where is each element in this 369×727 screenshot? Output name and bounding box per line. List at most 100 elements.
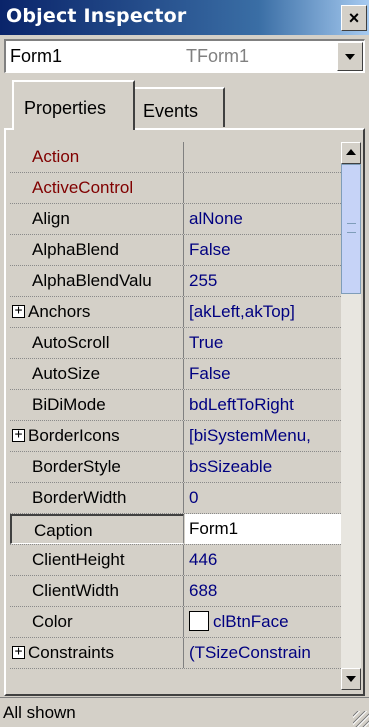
property-name-text: AutoSize: [32, 364, 101, 383]
property-value[interactable]: clBtnFace: [185, 607, 341, 637]
property-name: AutoSize: [10, 359, 184, 389]
chevron-down-icon[interactable]: [337, 42, 363, 71]
property-name-text: Caption: [34, 521, 93, 540]
property-row[interactable]: BorderWidth 0: [10, 483, 341, 514]
property-name-text: Align: [32, 209, 70, 228]
property-value[interactable]: 255: [185, 266, 341, 296]
property-row[interactable]: BiDiMode bdLeftToRight: [10, 390, 341, 421]
property-row[interactable]: ClientWidth 688: [10, 576, 341, 607]
property-value-text: Form1: [189, 519, 239, 538]
property-name: + BorderIcons: [10, 421, 184, 451]
property-value[interactable]: [biSystemMenu,: [185, 421, 341, 451]
object-selector[interactable]: Form1 TForm1: [4, 39, 365, 73]
property-name-text: BorderWidth: [32, 488, 127, 507]
property-row[interactable]: AlphaBlendValu 255: [10, 266, 341, 297]
property-value[interactable]: alNone: [185, 204, 341, 234]
property-value-text: alNone: [189, 209, 243, 228]
expand-icon[interactable]: +: [12, 304, 25, 318]
property-name: ClientHeight: [10, 545, 184, 575]
property-name: AlphaBlendValu: [10, 266, 184, 296]
property-name: + Anchors: [10, 297, 184, 327]
property-name-text: Action: [32, 147, 80, 166]
property-value-text: clBtnFace: [213, 612, 289, 631]
property-row[interactable]: AutoScroll True: [10, 328, 341, 359]
expand-icon[interactable]: +: [12, 645, 25, 659]
close-icon[interactable]: ×: [341, 5, 367, 31]
window-title: Object Inspector: [6, 5, 187, 27]
property-value[interactable]: Form1: [185, 514, 341, 544]
property-value[interactable]: [akLeft,akTop]: [185, 297, 341, 327]
property-name: Align: [10, 204, 184, 234]
resize-grip-icon[interactable]: [353, 711, 369, 727]
property-name: BorderWidth: [10, 483, 184, 513]
property-name-text: BorderStyle: [32, 457, 121, 476]
property-name: Color: [10, 607, 184, 637]
property-row[interactable]: Align alNone: [10, 204, 341, 235]
property-value-text: [akLeft,akTop]: [189, 302, 295, 321]
scroll-up-icon[interactable]: [341, 142, 361, 164]
property-row[interactable]: AlphaBlend False: [10, 235, 341, 266]
property-row[interactable]: Caption Form1: [10, 514, 341, 545]
property-value[interactable]: False: [185, 359, 341, 389]
vertical-scrollbar[interactable]: [341, 142, 361, 690]
property-name-text: BiDiMode: [32, 395, 106, 414]
property-name-text: Anchors: [28, 302, 91, 321]
property-value[interactable]: [185, 142, 341, 172]
property-value-text: (TSizeConstrain: [189, 643, 311, 662]
property-value-text: 688: [189, 581, 218, 600]
scroll-thumb[interactable]: [341, 164, 361, 294]
tab-properties[interactable]: Properties: [12, 80, 135, 130]
property-value[interactable]: 446: [185, 545, 341, 575]
color-swatch-icon: [189, 611, 209, 632]
expand-icon[interactable]: +: [12, 428, 25, 442]
scroll-down-icon[interactable]: [341, 668, 361, 690]
property-row[interactable]: Color clBtnFace: [10, 607, 341, 638]
property-row[interactable]: + Anchors [akLeft,akTop]: [10, 297, 341, 328]
property-value-text: True: [189, 333, 224, 352]
property-value[interactable]: 0: [185, 483, 341, 513]
property-name: AlphaBlend: [10, 235, 184, 265]
property-value[interactable]: True: [185, 328, 341, 358]
status-text: All shown: [3, 703, 76, 722]
title-bar[interactable]: Object Inspector ×: [0, 0, 369, 35]
property-row[interactable]: ActiveControl: [10, 173, 341, 204]
property-name-text: AlphaBlendValu: [32, 271, 152, 290]
property-value[interactable]: [185, 173, 341, 203]
property-name-text: ActiveControl: [32, 178, 134, 197]
property-value[interactable]: 688: [185, 576, 341, 606]
property-name-text: AlphaBlend: [32, 240, 119, 259]
property-grid: Action ActiveControl Align alNone AlphaBlend…: [10, 142, 341, 690]
tab-events[interactable]: Events: [135, 87, 225, 127]
property-name: Action: [10, 142, 184, 172]
property-value[interactable]: bsSizeable: [185, 452, 341, 482]
object-type: TForm1: [186, 46, 249, 66]
property-name-text: Color: [32, 612, 73, 631]
property-name: AutoScroll: [10, 328, 184, 358]
property-row[interactable]: Action: [10, 142, 341, 173]
property-row[interactable]: + BorderIcons [biSystemMenu,: [10, 421, 341, 452]
property-name: ActiveControl: [10, 173, 184, 203]
property-value-text: False: [189, 364, 231, 383]
property-row[interactable]: ClientHeight 446: [10, 545, 341, 576]
property-value-text: bsSizeable: [189, 457, 273, 476]
property-row[interactable]: + Constraints (TSizeConstrain: [10, 638, 341, 669]
property-row[interactable]: BorderStyle bsSizeable: [10, 452, 341, 483]
property-name-text: Constraints: [28, 643, 114, 662]
property-value-text: False: [189, 240, 231, 259]
property-value-text: 446: [189, 550, 218, 569]
property-row[interactable]: AutoSize False: [10, 359, 341, 390]
property-value[interactable]: (TSizeConstrain: [185, 638, 341, 668]
status-bar: All shown: [0, 697, 369, 727]
property-name: ClientWidth: [10, 576, 184, 606]
property-name: Caption: [10, 514, 184, 544]
property-name-text: AutoScroll: [32, 333, 110, 352]
property-name: BorderStyle: [10, 452, 184, 482]
property-value-text: bdLeftToRight: [189, 395, 294, 414]
property-name-text: ClientHeight: [32, 550, 125, 569]
property-name-text: ClientWidth: [32, 581, 119, 600]
property-value[interactable]: False: [185, 235, 341, 265]
property-name-text: BorderIcons: [28, 426, 120, 445]
property-value[interactable]: bdLeftToRight: [185, 390, 341, 420]
property-value-text: 0: [189, 488, 199, 507]
object-name: Form1: [10, 46, 63, 66]
